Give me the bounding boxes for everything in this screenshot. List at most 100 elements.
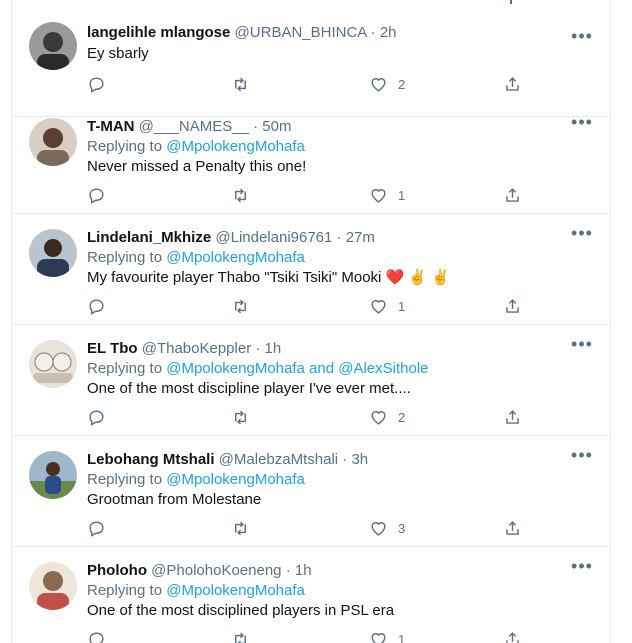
like-count: 2 (398, 76, 406, 92)
share-button[interactable] (503, 406, 522, 428)
timestamp[interactable]: 50m (262, 118, 291, 135)
like-button[interactable]: 1 (369, 628, 405, 643)
reply-button[interactable] (87, 295, 106, 317)
user-handle[interactable]: @URBAN_BHINCA (235, 24, 367, 41)
share-icon (506, 409, 519, 424)
like-button[interactable]: 2 (369, 406, 405, 428)
timestamp[interactable]: 2h (380, 24, 397, 41)
replying-to-line: Replying to @MpolokengMohafa (87, 470, 305, 490)
reply-button[interactable] (87, 628, 106, 643)
timestamp[interactable]: 1h (265, 340, 282, 357)
tweet-actions: 1 (87, 628, 527, 643)
heart-icon (371, 188, 386, 203)
separator-dot: · (336, 229, 342, 246)
more-icon[interactable]: ••• (570, 113, 594, 137)
mention-link[interactable]: @MpolokengMohafa (166, 582, 305, 599)
more-icon[interactable]: ••• (570, 557, 594, 581)
share-button[interactable] (503, 295, 522, 317)
mention-link[interactable]: @MpolokengMohafa (166, 249, 305, 266)
like-button[interactable]: 2 (369, 73, 405, 95)
heart-icon (371, 77, 386, 92)
retweet-button[interactable] (231, 295, 250, 317)
separator-dot: · (285, 562, 291, 579)
display-name[interactable]: Lindelani_Mkhize (87, 229, 211, 246)
tweet-actions: 1 (87, 184, 527, 208)
timestamp[interactable]: 1h (295, 562, 312, 579)
reply-button[interactable] (87, 184, 106, 206)
reply-button[interactable] (87, 73, 106, 95)
display-name[interactable]: langelihle mlangose (87, 24, 230, 41)
reply-button[interactable] (87, 406, 106, 428)
replying-to-line: Replying to @MpolokengMohafa (87, 248, 305, 268)
tweet-text: One of the most disciplined players in P… (87, 602, 395, 619)
share-button[interactable] (503, 73, 522, 95)
replies-timeline: langelihle mlangose @URBAN_BHINCA · 2h •… (11, 0, 611, 643)
replying-to-label: Replying to (87, 249, 163, 266)
separator-dot: · (253, 118, 259, 135)
reply-button[interactable] (87, 517, 106, 539)
mention-link[interactable]: @MpolokengMohafa (166, 138, 305, 155)
separator-dot: · (255, 340, 261, 357)
retweet-button[interactable] (231, 406, 250, 428)
reply-icon (89, 409, 104, 426)
user-handle[interactable]: @___NAMES__ (139, 118, 249, 135)
user-handle[interactable]: @Lindelani96761 (215, 229, 332, 246)
more-icon[interactable]: ••• (570, 446, 594, 470)
avatar[interactable] (29, 22, 77, 70)
timestamp[interactable]: 27m (346, 229, 375, 246)
tweet-actions: 3 (87, 517, 527, 541)
avatar[interactable] (29, 229, 77, 277)
display-name[interactable]: EL Tbo (87, 340, 138, 357)
like-count: 2 (398, 409, 406, 425)
mention-link[interactable]: @MpolokengMohafa (166, 471, 305, 488)
heart-icon (371, 521, 386, 536)
more-icon[interactable]: ••• (570, 27, 594, 51)
retweet-button[interactable] (231, 517, 250, 539)
like-button[interactable]: 1 (369, 295, 405, 317)
user-handle[interactable]: @ThaboKeppler (142, 340, 251, 357)
reply-tweet[interactable]: langelihle mlangose @URBAN_BHINCA · 2h •… (12, 7, 610, 117)
retweet-button[interactable] (231, 184, 250, 206)
tweet-text: Ey sbarly (87, 45, 149, 62)
replying-to-label: Replying to (87, 471, 163, 488)
avatar[interactable] (29, 451, 77, 499)
reply-tweet[interactable]: Lebohang Mtshali @MalebzaMtshali · 3h ••… (12, 437, 610, 547)
like-button[interactable]: 1 (369, 184, 405, 206)
retweet-button[interactable] (231, 628, 250, 643)
retweet-icon (235, 299, 246, 313)
replying-to-label: Replying to (87, 138, 163, 155)
share-button[interactable] (503, 628, 522, 643)
avatar[interactable] (29, 118, 77, 166)
like-button[interactable]: 3 (369, 517, 405, 539)
replying-to-label: Replying to (87, 360, 163, 377)
display-name[interactable]: Lebohang Mtshali (87, 451, 215, 468)
like-count: 3 (398, 520, 406, 536)
user-handle[interactable]: @PholohoKoeneng (151, 562, 281, 579)
more-icon[interactable]: ••• (570, 335, 594, 359)
tweet-actions: 2 (87, 406, 527, 430)
timestamp[interactable]: 3h (351, 451, 368, 468)
retweet-button[interactable] (231, 73, 250, 95)
retweet-icon (235, 188, 246, 202)
tweet-text: Never missed a Penalty this one! (87, 158, 307, 175)
avatar[interactable] (29, 340, 77, 388)
reply-icon (89, 76, 104, 93)
share-icon (506, 76, 519, 91)
tweet-actions: 2 (87, 73, 527, 97)
like-count: 1 (398, 631, 406, 643)
retweet-icon (235, 77, 246, 91)
heart-icon (371, 299, 386, 314)
reply-tweet[interactable]: Lindelani_Mkhize @Lindelani96761 · 27m •… (12, 215, 610, 325)
reply-tweet[interactable]: T-MAN @___NAMES__ · 50m ••• Replying to … (12, 104, 610, 214)
reply-tweet[interactable]: EL Tbo @ThaboKeppler · 1h ••• Replying t… (12, 326, 610, 436)
reply-tweet[interactable]: Pholoho @PholohoKoeneng · 1h ••• Replyin… (12, 548, 610, 643)
share-icon (506, 187, 519, 202)
user-handle[interactable]: @MalebzaMtshali (219, 451, 338, 468)
share-button[interactable] (503, 184, 522, 206)
avatar[interactable] (29, 562, 77, 610)
share-button[interactable] (503, 517, 522, 539)
mention-link[interactable]: @MpolokengMohafa and @AlexSithole (166, 360, 428, 377)
more-icon[interactable]: ••• (570, 224, 594, 248)
display-name[interactable]: T-MAN (87, 118, 135, 135)
display-name[interactable]: Pholoho (87, 562, 147, 579)
